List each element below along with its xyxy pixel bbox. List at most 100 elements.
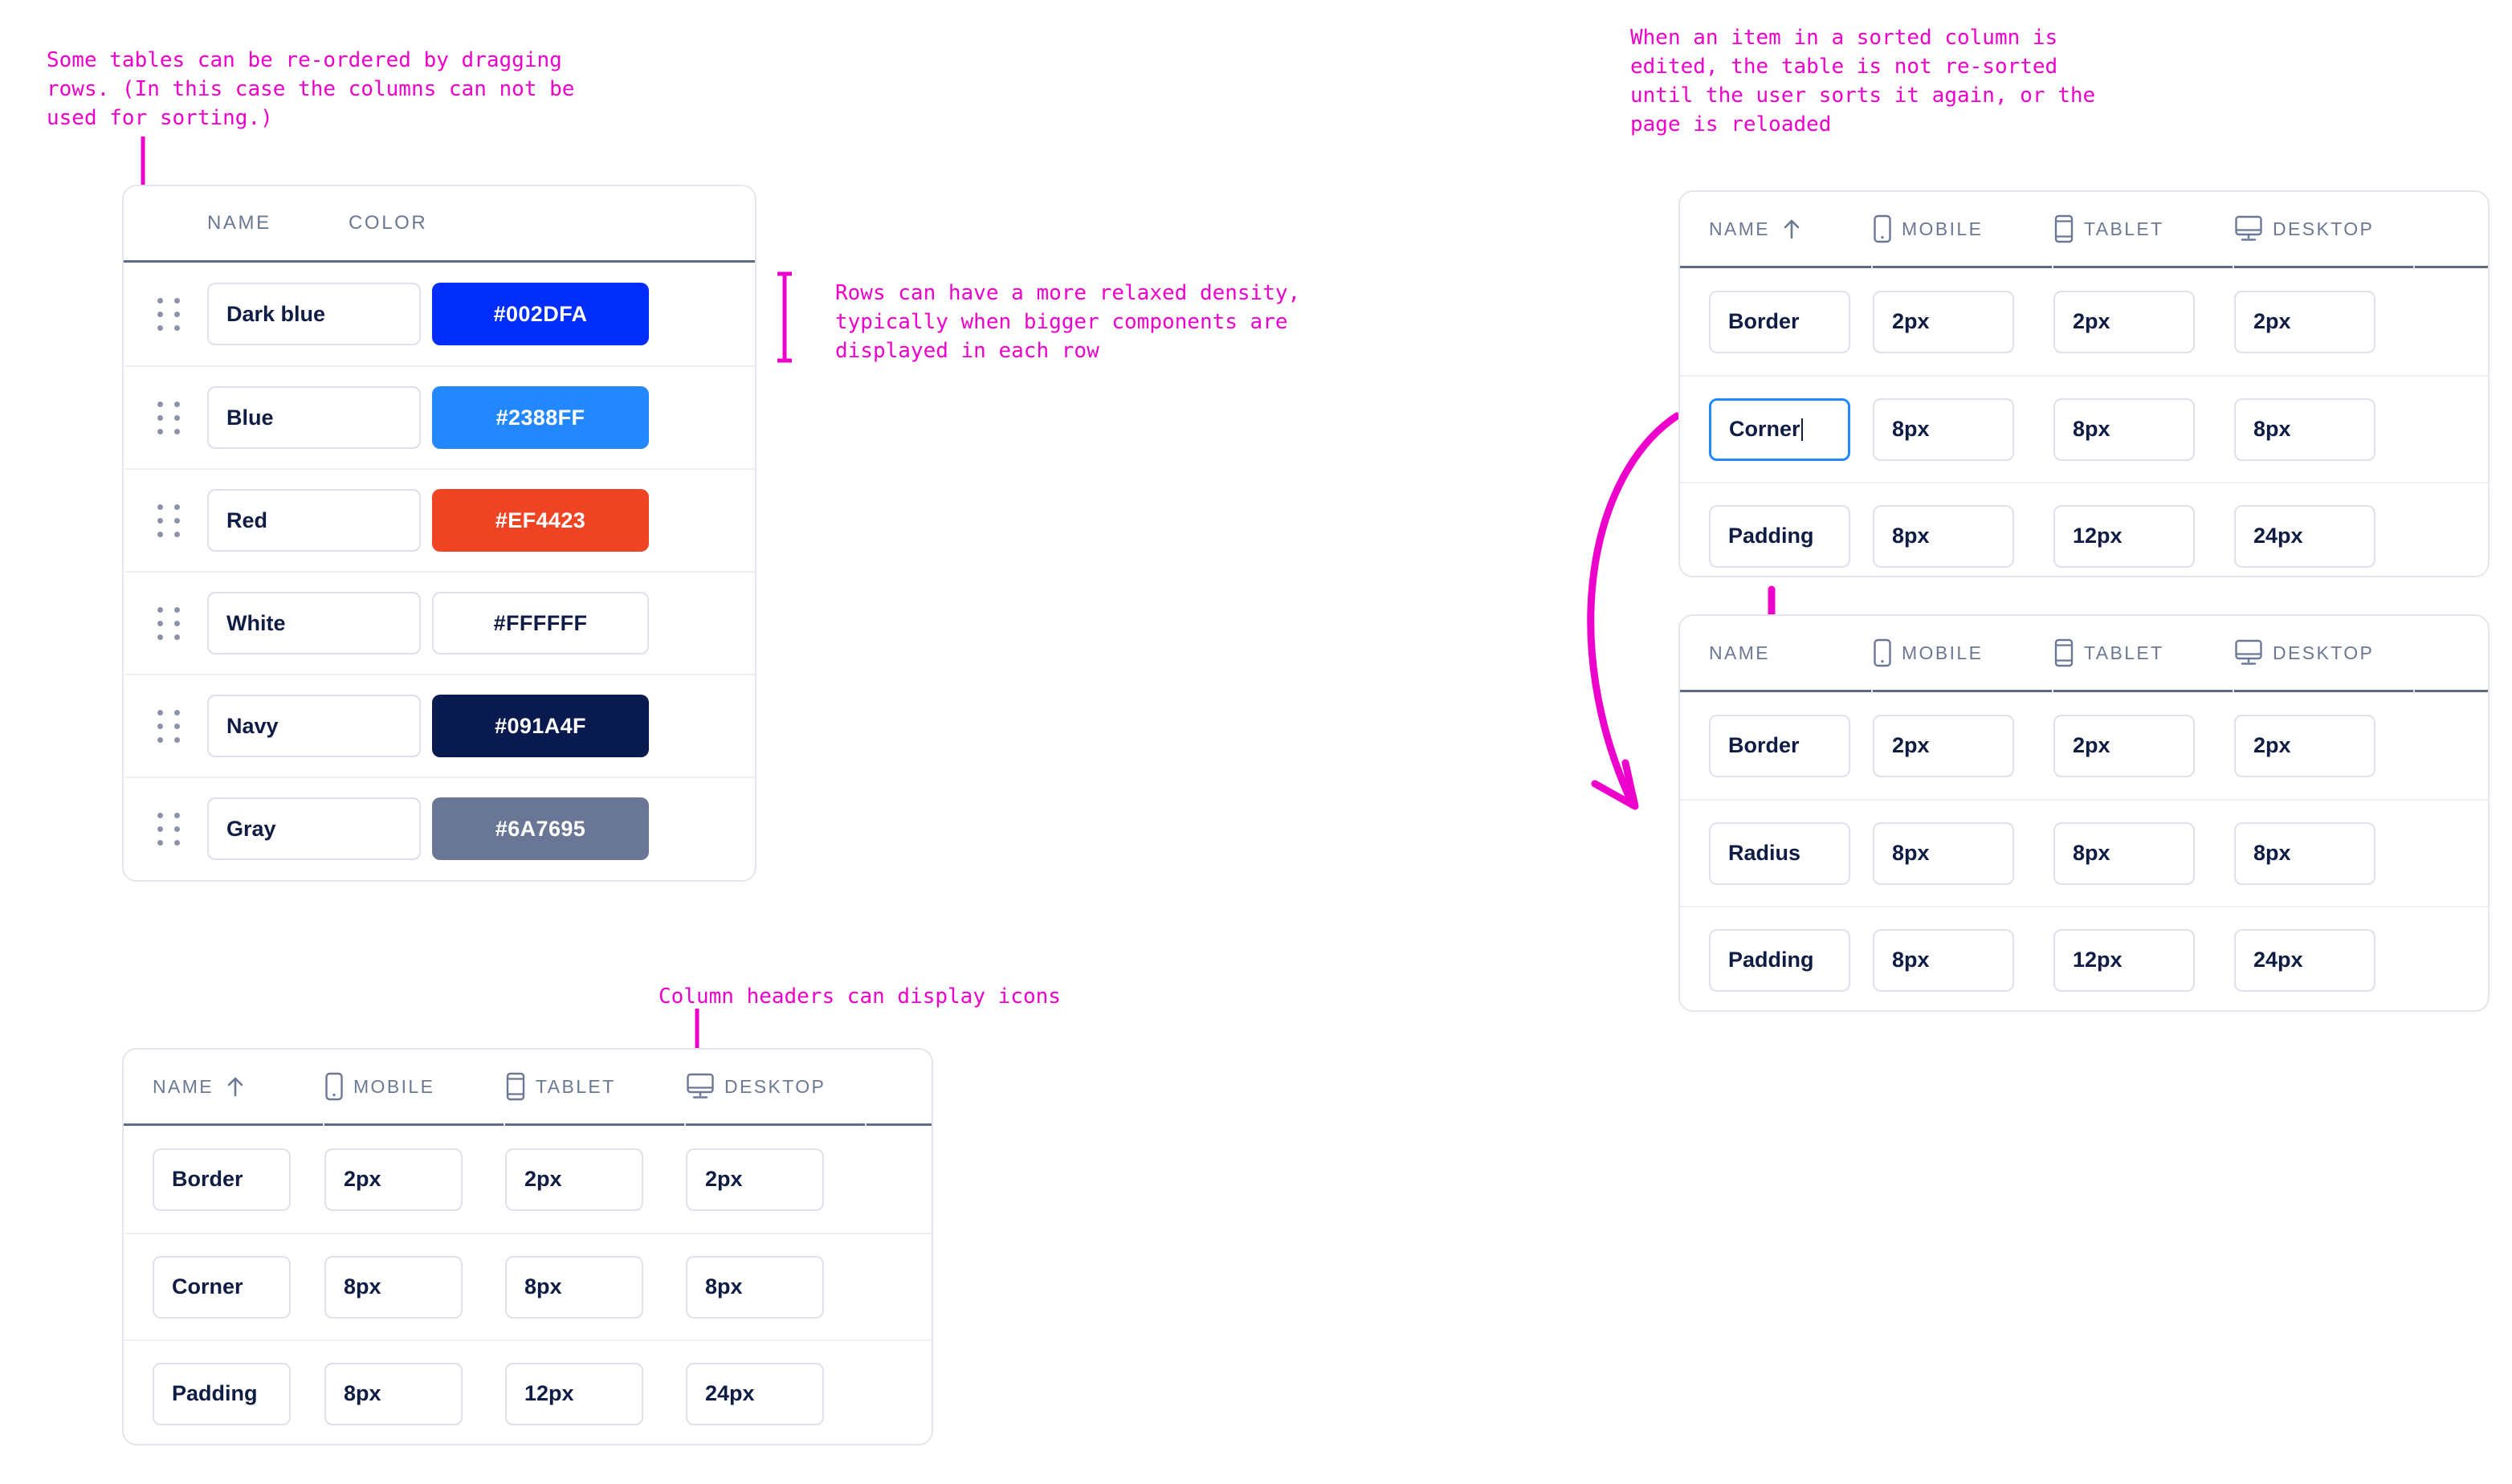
desktop-input[interactable]: 2px [2234, 290, 2375, 353]
column-header-name[interactable]: NAME [1680, 192, 1873, 266]
row-name-cell: Padding [1680, 504, 1873, 568]
mobile-input[interactable]: 2px [1873, 714, 2014, 777]
table-body: Border 2px 2px 2px Radius 8px 8px 8px Pa… [1680, 692, 2488, 1013]
name-input[interactable]: Border [153, 1148, 291, 1211]
row-name-cell: Radius [1680, 822, 1873, 885]
name-input[interactable]: Border [1709, 290, 1850, 353]
column-header-tablet[interactable]: TABLET [2053, 616, 2234, 690]
row-drag-cell [124, 812, 207, 846]
table-header-row: NAME COLOR [124, 186, 755, 263]
color-swatch[interactable]: #2388FF [432, 386, 649, 449]
color-swatch[interactable]: #EF4423 [432, 489, 649, 552]
name-input[interactable]: Corner [153, 1255, 291, 1319]
color-swatch[interactable]: #6A7695 [432, 797, 649, 860]
table-body: Dark blue #002DFA Blue #2388FF Red #EF44… [124, 263, 755, 879]
column-header-name[interactable]: NAME [124, 186, 349, 260]
row-tablet-cell: 12px [2053, 504, 2234, 568]
desktop-input[interactable]: 24px [2234, 928, 2375, 992]
column-header-tablet-label: TABLET [2084, 642, 2164, 663]
name-input[interactable]: Padding [153, 1362, 291, 1425]
column-header-tablet[interactable]: TABLET [505, 1050, 686, 1123]
row-drag-cell [124, 606, 207, 640]
name-input[interactable]: Gray [207, 797, 421, 860]
mobile-input[interactable]: 8px [324, 1362, 463, 1425]
desktop-input[interactable]: 24px [686, 1362, 824, 1425]
desktop-icon [686, 1073, 715, 1100]
column-header-mobile[interactable]: MOBILE [324, 1050, 505, 1123]
row-name-cell: Border [1680, 290, 1873, 353]
desktop-input[interactable]: 2px [2234, 714, 2375, 777]
column-header-tablet-label: TABLET [2084, 218, 2164, 239]
mobile-input[interactable]: 8px [1873, 398, 2014, 461]
drag-handle-icon[interactable] [157, 503, 180, 537]
color-swatch[interactable]: #002DFA [432, 283, 649, 345]
sort-ascending-icon[interactable] [226, 1076, 244, 1097]
name-input-focused[interactable]: Corner [1709, 398, 1850, 461]
tablet-input[interactable]: 2px [505, 1148, 643, 1211]
column-header-tablet[interactable]: TABLET [2053, 192, 2234, 266]
mobile-input[interactable]: 8px [1873, 504, 2014, 568]
name-input[interactable]: Dark blue [207, 283, 421, 345]
responsive-spec-table-after-edit: NAME MOBILE TABLET DESKTOP Border 2px 2p… [1678, 614, 2490, 1012]
tablet-input[interactable]: 2px [2053, 290, 2195, 353]
tablet-input[interactable]: 12px [505, 1362, 643, 1425]
column-header-name[interactable]: NAME [1680, 616, 1873, 690]
row-mobile-cell: 8px [1873, 504, 2053, 568]
mobile-input[interactable]: 8px [1873, 822, 2014, 885]
column-header-mobile[interactable]: MOBILE [1873, 192, 2053, 266]
mobile-input[interactable]: 2px [1873, 290, 2014, 353]
name-input[interactable]: Padding [1709, 504, 1850, 568]
drag-handle-icon[interactable] [157, 709, 180, 743]
name-input[interactable]: Border [1709, 714, 1850, 777]
row-mobile-cell: 8px [1873, 928, 2053, 992]
row-tablet-cell: 2px [505, 1148, 686, 1211]
drag-handle-icon[interactable] [157, 297, 180, 331]
row-drag-cell [124, 297, 207, 331]
table-row: Gray #6A7695 [124, 777, 755, 879]
row-color-cell: #EF4423 [432, 489, 649, 552]
tablet-input[interactable]: 8px [2053, 822, 2195, 885]
desktop-input[interactable]: 8px [2234, 822, 2375, 885]
name-input[interactable]: White [207, 592, 421, 654]
row-name-cell: Red [207, 489, 432, 552]
tablet-input[interactable]: 8px [505, 1255, 643, 1319]
column-header-name[interactable]: NAME [124, 1050, 324, 1123]
table-row: Padding 8px 12px 24px [1680, 906, 2488, 1013]
desktop-input[interactable]: 8px [2234, 398, 2375, 461]
drag-handle-icon[interactable] [157, 401, 180, 434]
column-header-desktop[interactable]: DESKTOP [2234, 192, 2374, 266]
tablet-input[interactable]: 12px [2053, 928, 2195, 992]
tablet-input[interactable]: 12px [2053, 504, 2195, 568]
row-desktop-cell: 8px [2234, 822, 2375, 885]
name-input[interactable]: Radius [1709, 822, 1850, 885]
table-header-row: NAME MOBILE TABLET DESKTOP [1680, 192, 2488, 268]
column-header-mobile[interactable]: MOBILE [1873, 616, 2053, 690]
column-header-name-label: NAME [1709, 218, 1771, 239]
row-desktop-cell: 8px [2234, 398, 2375, 461]
name-input[interactable]: Red [207, 489, 421, 552]
desktop-input[interactable]: 2px [686, 1148, 824, 1211]
color-swatch[interactable]: #091A4F [432, 695, 649, 757]
drag-handle-icon[interactable] [157, 812, 180, 846]
row-name-cell: Corner [124, 1255, 324, 1319]
column-header-desktop[interactable]: DESKTOP [2234, 616, 2374, 690]
tablet-input[interactable]: 2px [2053, 714, 2195, 777]
row-desktop-cell: 24px [2234, 928, 2375, 992]
mobile-input[interactable]: 8px [1873, 928, 2014, 992]
name-input[interactable]: Padding [1709, 928, 1850, 992]
drag-handle-icon[interactable] [157, 606, 180, 640]
name-input[interactable]: Blue [207, 386, 421, 449]
column-header-desktop-label: DESKTOP [724, 1075, 826, 1097]
column-header-color[interactable]: COLOR [349, 186, 427, 260]
mobile-input[interactable]: 2px [324, 1148, 463, 1211]
name-input[interactable]: Navy [207, 695, 421, 757]
row-drag-cell [124, 401, 207, 434]
mobile-input[interactable]: 8px [324, 1255, 463, 1319]
color-swatch[interactable]: #FFFFFF [432, 592, 649, 654]
column-header-desktop[interactable]: DESKTOP [686, 1050, 826, 1123]
desktop-input[interactable]: 24px [2234, 504, 2375, 568]
table-row: Corner 8px 8px 8px [124, 1233, 932, 1339]
sort-ascending-icon[interactable] [1783, 218, 1800, 239]
tablet-input[interactable]: 8px [2053, 398, 2195, 461]
desktop-input[interactable]: 8px [686, 1255, 824, 1319]
